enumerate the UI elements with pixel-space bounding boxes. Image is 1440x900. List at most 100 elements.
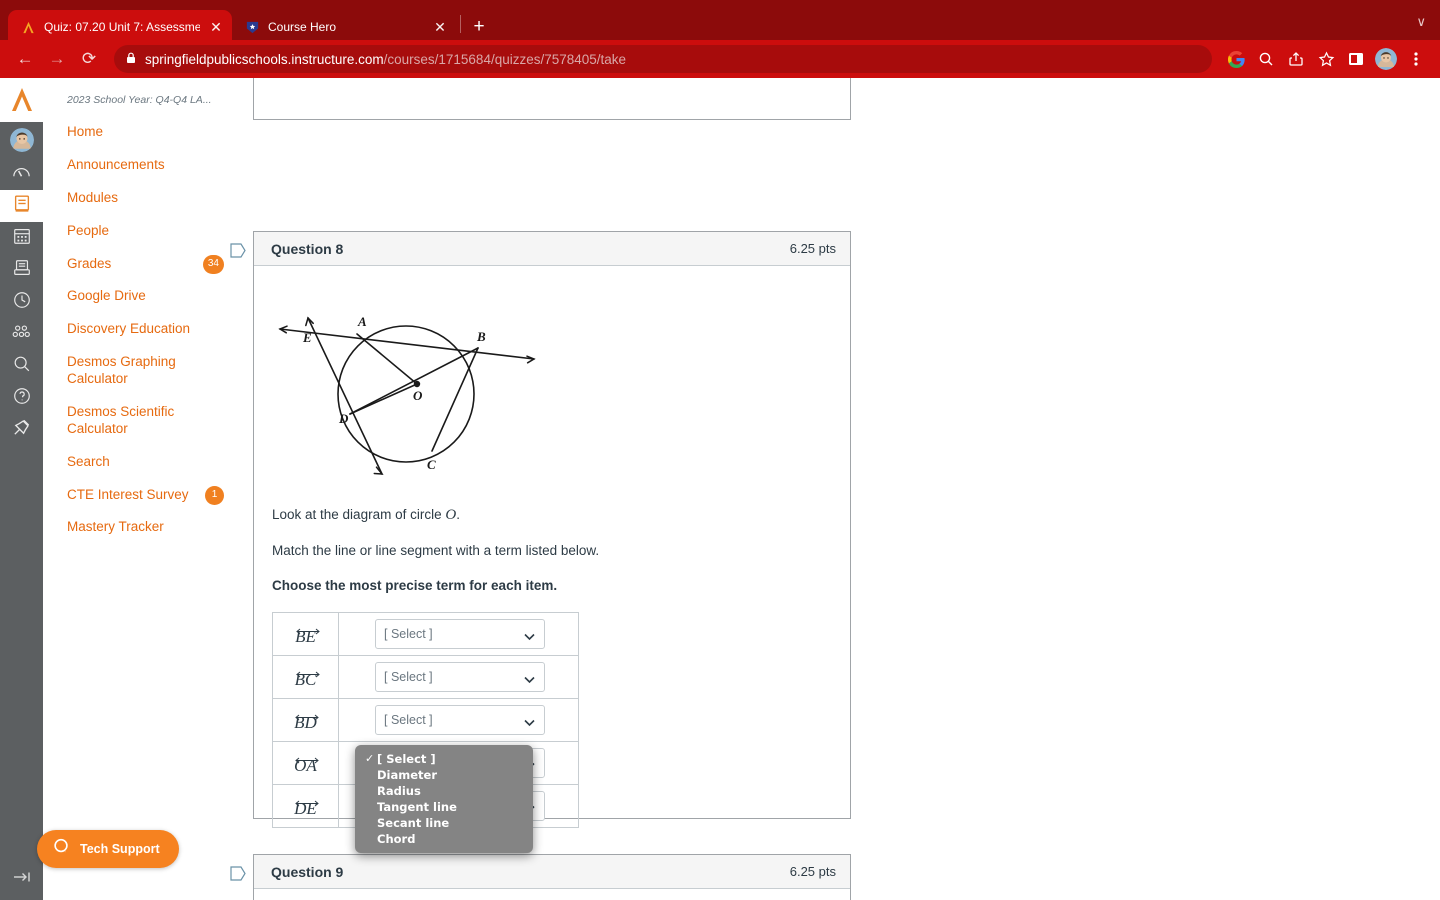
option-diameter[interactable]: Diameter [355,767,533,783]
diagram-label-D: D [338,411,349,426]
tech-support-label: Tech Support [80,842,160,856]
tech-support-button[interactable]: Tech Support [37,830,179,868]
sidebar-item-desmos-graphing-calculator[interactable]: Desmos Graphing Calculator [43,346,248,396]
global-navigation [0,78,43,900]
question-8-body: E A B O D C Look at the diagram of circl… [254,266,850,846]
prompt-line-2: Match the line or line segment with a te… [272,543,600,558]
sidebar-item-groups[interactable] [0,318,43,350]
new-tab-button[interactable]: + [465,13,493,41]
tab-divider [460,15,461,33]
close-icon[interactable]: ✕ [432,20,448,34]
sidebar-item-history[interactable] [0,286,43,318]
match-term-cell: BE [272,611,339,656]
sidebar-item-help[interactable] [0,382,43,414]
collapse-arrow-icon[interactable] [0,862,43,892]
sidebar-item-announcements[interactable]: Announcements [43,149,248,182]
inbox-icon [12,258,32,283]
sidebar-item-google-drive[interactable]: Google Drive [43,280,248,313]
share-icon[interactable] [1282,45,1310,73]
history-clock-icon [12,290,32,315]
option-chord[interactable]: Chord [355,831,533,847]
tab-search-chevron-icon[interactable]: ∨ [1416,14,1426,30]
nav-label: Mastery Tracker [67,519,164,535]
match-select-cell: [ Select ]DiameterRadiusTangent lineSeca… [338,611,579,656]
question-9-box: Question 9 6.25 pts Classify each statem… [230,854,851,900]
sidebar-item-grades[interactable]: Grades 34 [43,248,248,281]
calendar-icon [12,226,32,251]
browser-tab-course-hero[interactable]: Course Hero ✕ [232,10,456,44]
sidebar-item-search[interactable]: Search [43,446,248,479]
line-notation-bd: BD [294,707,319,731]
close-icon[interactable]: ✕ [208,20,224,34]
question-8-header: Question 8 6.25 pts [254,232,850,266]
match-term-cell: BD [272,697,339,742]
back-button[interactable]: ← [10,44,40,74]
bookmark-star-icon[interactable] [1312,45,1340,73]
question-title: Question 8 [271,240,344,257]
reload-button[interactable]: ⟳ [74,44,104,74]
course-hero-shield-icon [244,19,260,35]
flag-question-icon[interactable] [229,242,247,258]
profile-avatar[interactable] [1375,48,1397,70]
match-select-be[interactable]: [ Select ]DiameterRadiusTangent lineSeca… [375,618,545,649]
nav-label: Home [67,124,104,139]
nav-label: People [67,222,110,238]
check-icon: ✓ [365,752,375,765]
address-bar[interactable]: springfieldpublicschools.instructure.com… [114,45,1212,73]
match-select-bd[interactable]: [ Select ]DiameterRadiusTangent lineSeca… [375,704,545,735]
diagram-label-C: C [427,457,436,472]
option-select[interactable]: ✓ [ Select ] [355,751,533,767]
sidebar-item-search[interactable] [0,350,43,382]
line-notation-bc: BC [293,664,320,688]
match-term-cell: DE [272,783,339,828]
canvas-logo-icon[interactable] [0,78,43,122]
prompt-variable: O [445,507,457,523]
course-navigation: 2023 School Year: Q4-Q4 LA... Home Annou… [43,78,248,900]
question-9-header: Question 9 6.25 pts [254,855,850,889]
sidebar-item-modules[interactable]: Modules [43,182,248,215]
sidebar-item-dashboard[interactable] [0,158,43,190]
question-circle-icon [12,386,32,411]
diagram-label-B: B [476,329,486,344]
sidebar-item-pin[interactable] [0,414,43,446]
double-arrow-icon [293,621,320,635]
sidebar-item-cte-interest-survey[interactable]: CTE Interest Survey 1 [43,479,248,512]
sidebar-item-mastery-tracker[interactable]: Mastery Tracker [43,511,248,544]
sidebar-item-inbox[interactable] [0,254,43,286]
search-icon[interactable] [1252,45,1280,73]
sidebar-item-discovery-education[interactable]: Discovery Education [43,313,248,346]
option-label: Secant line [377,816,450,830]
pin-icon [11,417,32,443]
select-options-popup[interactable]: ✓ [ Select ] Diameter Radius Tangent lin… [355,745,533,853]
chrome-menu-icon[interactable] [1402,45,1430,73]
option-secant-line[interactable]: Secant line [355,815,533,831]
sidebar-item-account[interactable] [0,122,43,158]
question-8-box: Question 8 6.25 pts E A B O D C Look at … [230,231,851,828]
sidepanel-icon[interactable] [1342,45,1370,73]
nav-label: Grades [67,255,112,271]
match-select-bc[interactable]: [ Select ]DiameterRadiusTangent lineSeca… [375,661,545,692]
question-points: 6.25 pts [789,864,836,879]
sidebar-item-courses[interactable] [0,190,43,222]
lock-icon [126,52,136,67]
nav-label: Announcements [67,156,165,172]
flag-question-icon[interactable] [229,865,247,881]
diagram-label-E: E [302,330,312,345]
google-icon[interactable] [1222,45,1250,73]
course-title: 2023 School Year: Q4-Q4 LA... [67,94,212,106]
sidebar-item-desmos-scientific-calculator[interactable]: Desmos Scientific Calculator [43,396,248,446]
line-notation-de: DE [294,793,319,817]
table-row: BD [ Select ]DiameterRadiusTangent lineS… [272,697,579,742]
sidebar-item-home[interactable]: Home [43,116,248,149]
double-arrow-icon [293,664,320,678]
option-radius[interactable]: Radius [355,783,533,799]
option-tangent-line[interactable]: Tangent line [355,799,533,815]
prompt-line-3: Choose the most precise term for each it… [272,577,558,593]
browser-tab-quiz[interactable]: Quiz: 07.20 Unit 7: Assessmen ✕ [8,10,232,44]
match-term-cell: OA [272,740,339,785]
forward-button[interactable]: → [42,44,72,74]
sidebar-item-people[interactable]: People [43,215,248,248]
sidebar-item-calendar[interactable] [0,222,43,254]
prompt-post: . [456,507,460,522]
tab-strip: Quiz: 07.20 Unit 7: Assessmen ✕ Course H… [0,0,1440,44]
